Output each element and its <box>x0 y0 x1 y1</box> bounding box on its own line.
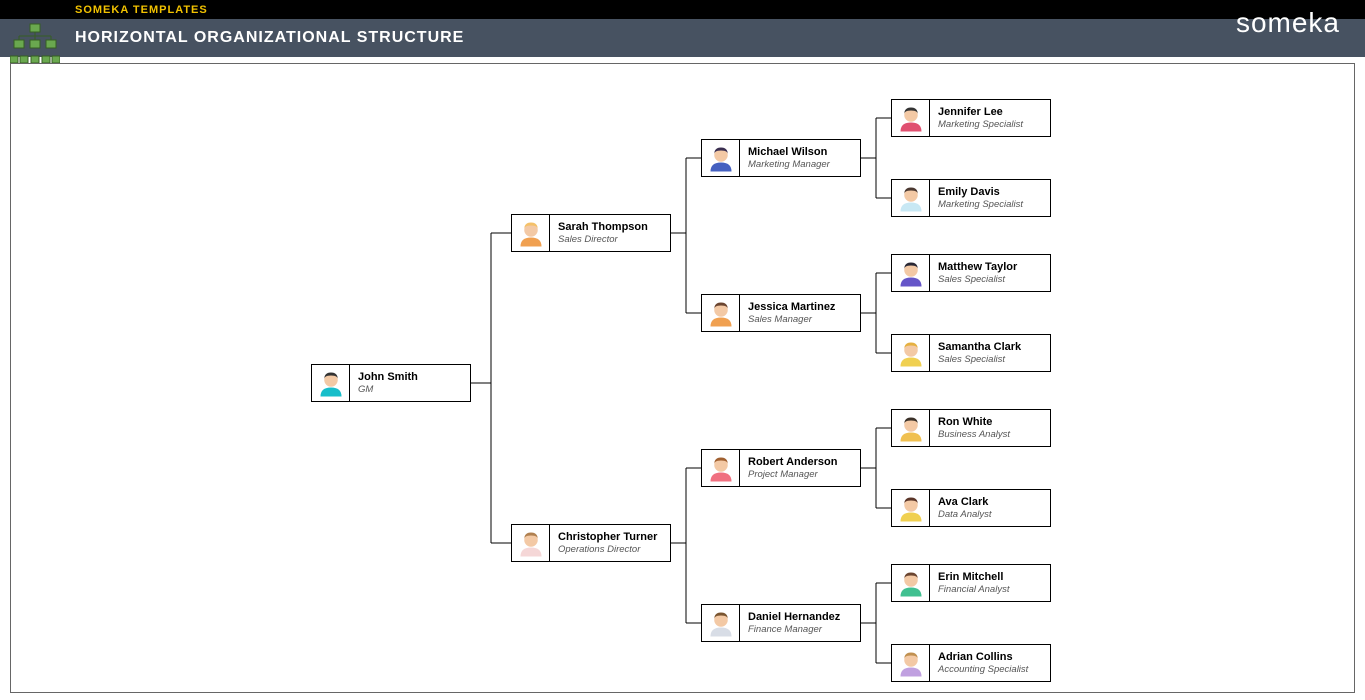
person-name: Daniel Hernandez <box>748 611 840 624</box>
header-top-bar: SOMEKA TEMPLATES <box>0 0 1365 19</box>
avatar-icon <box>512 525 550 561</box>
org-node-l4-2: Matthew Taylor Sales Specialist <box>891 254 1051 292</box>
org-node-l4-6: Erin Mitchell Financial Analyst <box>891 564 1051 602</box>
node-info: Samantha Clark Sales Specialist <box>930 335 1030 371</box>
person-role: Finance Manager <box>748 624 840 635</box>
avatar-icon <box>512 215 550 251</box>
person-role: Project Manager <box>748 469 837 480</box>
person-role: Marketing Manager <box>748 159 832 170</box>
person-role: Marketing Specialist <box>938 119 1023 130</box>
node-info: Daniel Hernandez Finance Manager <box>740 605 848 641</box>
person-role: Sales Manager <box>748 314 835 325</box>
avatar-icon <box>702 140 740 176</box>
connector-lines <box>11 64 1354 692</box>
person-role: Business Analyst <box>938 429 1022 440</box>
avatar-icon <box>702 450 740 486</box>
node-info: Robert Anderson Project Manager <box>740 450 845 486</box>
person-name: Robert Anderson <box>748 456 837 469</box>
org-node-l4-1: Emily Davis Marketing Specialist <box>891 179 1051 217</box>
node-info: Emily Davis Marketing Specialist <box>930 180 1031 216</box>
person-name: Samantha Clark <box>938 341 1022 354</box>
node-info: Adrian Collins Accounting Specialist <box>930 645 1036 681</box>
page-title: HORIZONTAL ORGANIZATIONAL STRUCTURE <box>75 29 464 47</box>
org-node-l4-3: Samantha Clark Sales Specialist <box>891 334 1051 372</box>
avatar-icon <box>892 255 930 291</box>
person-name: Jessica Martinez <box>748 301 835 314</box>
org-node-l4-0: Jennifer Lee Marketing Specialist <box>891 99 1051 137</box>
person-name: Emily Davis <box>938 186 1023 199</box>
node-info: Michael Wilson Marketing Manager <box>740 140 840 176</box>
header-main-bar: HORIZONTAL ORGANIZATIONAL STRUCTURE some… <box>0 19 1365 57</box>
org-node-l3-3: Daniel Hernandez Finance Manager <box>701 604 861 642</box>
avatar-icon <box>892 410 930 446</box>
avatar-icon <box>702 605 740 641</box>
org-node-root: John Smith GM <box>311 364 471 402</box>
node-info: John Smith GM <box>350 365 450 401</box>
person-name: Matthew Taylor <box>938 261 1022 274</box>
avatar-icon <box>892 100 930 136</box>
avatar-icon <box>892 645 930 681</box>
org-node-l3-2: Robert Anderson Project Manager <box>701 449 861 487</box>
person-name: Jennifer Lee <box>938 106 1023 119</box>
avatar-icon <box>312 365 350 401</box>
node-info: Jennifer Lee Marketing Specialist <box>930 100 1031 136</box>
person-name: Michael Wilson <box>748 146 832 159</box>
org-node-l2-0: Sarah Thompson Sales Director <box>511 214 671 252</box>
hierarchy-icon <box>10 22 60 67</box>
org-node-l3-0: Michael Wilson Marketing Manager <box>701 139 861 177</box>
person-role: Operations Director <box>558 544 657 555</box>
person-role: Sales Specialist <box>938 274 1022 285</box>
node-info: Ava Clark Data Analyst <box>930 490 1030 526</box>
person-role: Data Analyst <box>938 509 1022 520</box>
avatar-icon <box>892 490 930 526</box>
org-node-l4-5: Ava Clark Data Analyst <box>891 489 1051 527</box>
someka-logo: someka <box>1236 7 1340 39</box>
brand-label: SOMEKA TEMPLATES <box>75 4 208 16</box>
avatar-icon <box>892 335 930 371</box>
org-node-l3-1: Jessica Martinez Sales Manager <box>701 294 861 332</box>
person-role: Accounting Specialist <box>938 664 1028 675</box>
person-name: John Smith <box>358 371 442 384</box>
node-info: Sarah Thompson Sales Director <box>550 215 656 251</box>
avatar-icon <box>702 295 740 331</box>
node-info: Erin Mitchell Financial Analyst <box>930 565 1030 601</box>
org-chart-canvas: John Smith GM Sarah Thompson Sales Direc… <box>10 63 1355 693</box>
node-info: Christopher Turner Operations Director <box>550 525 665 561</box>
person-role: Financial Analyst <box>938 584 1022 595</box>
org-node-l4-7: Adrian Collins Accounting Specialist <box>891 644 1051 682</box>
node-info: Jessica Martinez Sales Manager <box>740 295 843 331</box>
avatar-icon <box>892 180 930 216</box>
person-name: Sarah Thompson <box>558 221 648 234</box>
person-name: Erin Mitchell <box>938 571 1022 584</box>
person-role: Marketing Specialist <box>938 199 1023 210</box>
org-node-l2-1: Christopher Turner Operations Director <box>511 524 671 562</box>
node-info: Ron White Business Analyst <box>930 410 1030 446</box>
person-name: Ava Clark <box>938 496 1022 509</box>
org-node-l4-4: Ron White Business Analyst <box>891 409 1051 447</box>
node-info: Matthew Taylor Sales Specialist <box>930 255 1030 291</box>
person-name: Adrian Collins <box>938 651 1028 664</box>
person-name: Christopher Turner <box>558 531 657 544</box>
avatar-icon <box>892 565 930 601</box>
person-role: GM <box>358 384 442 395</box>
person-role: Sales Director <box>558 234 648 245</box>
person-name: Ron White <box>938 416 1022 429</box>
person-role: Sales Specialist <box>938 354 1022 365</box>
